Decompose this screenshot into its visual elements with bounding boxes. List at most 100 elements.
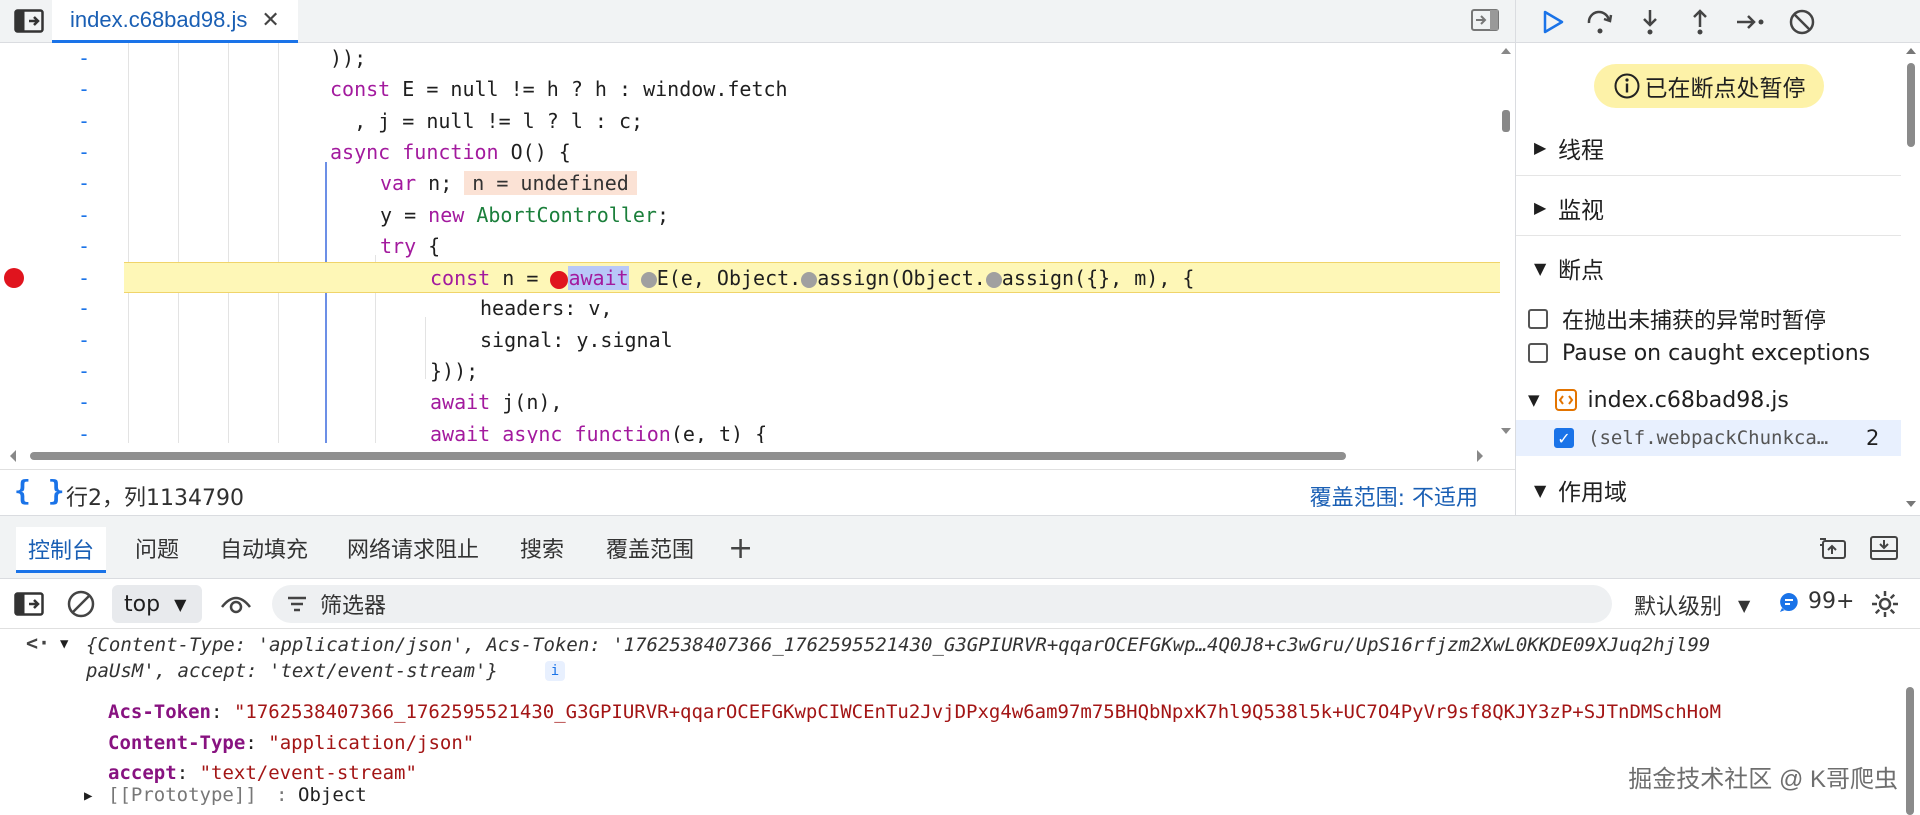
- line-gutter-marker[interactable]: -: [78, 106, 90, 137]
- clear-console-button[interactable]: [64, 587, 98, 621]
- line-gutter-marker[interactable]: -: [78, 293, 90, 324]
- line-gutter-marker[interactable]: -: [78, 325, 90, 356]
- dock-bottom-icon: [1870, 536, 1898, 560]
- editor-horizontal-scrollbar[interactable]: [0, 443, 1500, 469]
- console-scrollbar[interactable]: [1900, 629, 1920, 815]
- watch-section-header[interactable]: ▶ 监视: [1516, 180, 1901, 236]
- prototype-key[interactable]: [[Prototype]]: [108, 782, 257, 809]
- collapse-triangle-icon[interactable]: ▼: [60, 631, 68, 658]
- deactivate-breakpoints-icon: [1789, 9, 1815, 35]
- pause-uncaught-option[interactable]: 在抛出未捕获的异常时暂停: [1528, 302, 1826, 336]
- gutter-breakpoint-icon[interactable]: [4, 268, 24, 289]
- tab-console[interactable]: 控制台: [16, 527, 107, 573]
- line-gutter-marker[interactable]: -: [78, 356, 90, 387]
- editor-status-bar: { } 行2，列1134790 覆盖范围: 不适用: [0, 469, 1515, 515]
- close-icon[interactable]: ✕: [261, 8, 279, 33]
- code-line[interactable]: - const E = null != h ? h : window.fetch: [0, 74, 1500, 105]
- console-filter-input[interactable]: 筛选器: [272, 585, 1612, 623]
- step-into-button[interactable]: [1632, 4, 1668, 40]
- sidebar-scrollbar[interactable]: [1901, 43, 1920, 515]
- code-line[interactable]: - y = new AbortController;: [0, 200, 1500, 231]
- code-line[interactable]: - var n; n = undefined: [0, 168, 1500, 199]
- pause-uncaught-checkbox[interactable]: [1528, 309, 1548, 329]
- object-property-key[interactable]: Content-Type: [108, 730, 245, 757]
- code-line[interactable]: - await async function(e, t) {: [0, 419, 1500, 443]
- step-over-button[interactable]: [1582, 4, 1618, 40]
- inline-breakpoint-icon[interactable]: [985, 271, 1002, 288]
- breakpoints-section-header[interactable]: ▼ 断点: [1516, 240, 1901, 296]
- cursor-position: 行2，列1134790: [66, 486, 244, 511]
- console-output[interactable]: <· ▼ {Content-Type: 'application/json', …: [0, 629, 1920, 815]
- step-over-icon: [1587, 10, 1613, 34]
- console-sidebar-toggle[interactable]: [12, 587, 46, 621]
- debugger-toolbar: [1516, 0, 1920, 43]
- paused-status-banner: 已在断点处暂停: [1594, 64, 1824, 108]
- pretty-print-button[interactable]: { }: [14, 474, 65, 507]
- line-gutter-marker[interactable]: -: [78, 419, 90, 443]
- code-view[interactable]: -)); - const E = null != h ? h : window.fe…: [0, 43, 1500, 443]
- breakpoint-entry[interactable]: ✓ (self.webpackChunkca… 2: [1516, 420, 1901, 456]
- tab-coverage[interactable]: 覆盖范围: [594, 530, 706, 566]
- debugger-toggle-button[interactable]: [1468, 4, 1502, 36]
- add-tab-button[interactable]: +: [716, 530, 765, 566]
- line-gutter-marker[interactable]: -: [78, 263, 90, 294]
- code-text: const n = await E(e, Object. assign(Objec…: [430, 266, 1195, 291]
- tab-network-request-blocking[interactable]: 网络请求阻止: [335, 530, 491, 566]
- line-gutter-marker[interactable]: -: [78, 168, 90, 199]
- object-summary-line-2[interactable]: paUsM', accept: 'text/event-stream'}: [86, 658, 498, 685]
- context-selector-value: top: [124, 591, 161, 617]
- editor-tab-bar: index.c68bad98.js ✕: [0, 0, 1515, 43]
- code-line[interactable]: - headers: v,: [0, 293, 1500, 324]
- source-editor-pane: index.c68bad98.js ✕ -)); - const E = null …: [0, 0, 1515, 515]
- line-gutter-marker[interactable]: -: [78, 74, 90, 105]
- step-button[interactable]: [1732, 4, 1768, 40]
- scope-section-header[interactable]: ▼ 作用域: [1516, 462, 1901, 518]
- inline-breakpoint-icon[interactable]: [640, 271, 657, 288]
- coverage-link[interactable]: 覆盖范围: 不适用: [1310, 480, 1478, 512]
- code-line[interactable]: - await j(n),: [0, 387, 1500, 418]
- console-settings-button[interactable]: [1868, 587, 1902, 621]
- object-summary-line-1[interactable]: {Content-Type: 'application/json', Acs-T…: [86, 632, 1710, 659]
- code-line[interactable]: - , j = null != l ? l : c;: [0, 106, 1500, 137]
- line-gutter-marker[interactable]: -: [78, 43, 90, 74]
- info-badge[interactable]: i: [545, 661, 565, 681]
- editor-vertical-scrollbar[interactable]: [1497, 43, 1515, 443]
- expand-triangle-icon: ▶: [1534, 138, 1547, 157]
- pause-caught-checkbox[interactable]: [1528, 343, 1548, 363]
- log-levels-dropdown[interactable]: 默认级别 ▼: [1634, 589, 1750, 621]
- code-line[interactable]: -));: [0, 43, 1500, 74]
- breakpoint-marker-icon[interactable]: [550, 270, 569, 289]
- tab-autofill[interactable]: 自动填充: [208, 530, 320, 566]
- step-out-button[interactable]: [1682, 4, 1718, 40]
- eye-icon: [221, 596, 251, 614]
- code-line[interactable]: - signal: y.signal: [0, 325, 1500, 356]
- code-line[interactable]: -}));: [0, 356, 1500, 387]
- message-count-badge[interactable]: 99+: [1778, 589, 1854, 614]
- line-gutter-marker[interactable]: -: [78, 137, 90, 168]
- resume-button[interactable]: [1534, 4, 1570, 40]
- inline-breakpoint-icon[interactable]: [801, 271, 818, 288]
- context-selector[interactable]: top ▼: [112, 585, 202, 623]
- expand-triangle-icon[interactable]: ▶: [84, 783, 92, 810]
- code-text: async function O() {: [330, 139, 571, 164]
- close-drawer-button[interactable]: [1866, 530, 1902, 566]
- live-expression-button[interactable]: [218, 587, 254, 621]
- code-text: }));: [430, 359, 479, 383]
- tab-issues[interactable]: 问题: [123, 530, 191, 566]
- file-tab[interactable]: index.c68bad98.js ✕: [52, 0, 298, 43]
- navigator-toggle-button[interactable]: [10, 5, 48, 37]
- object-property-key[interactable]: Acs-Token: [108, 699, 211, 726]
- breakpoint-file-group[interactable]: ▼ index.c68bad98.js: [1528, 383, 1789, 417]
- paused-code-line[interactable]: - const n = await E(e, Object. assign(Obje…: [78, 262, 1500, 294]
- line-gutter-marker[interactable]: -: [78, 200, 90, 231]
- code-line[interactable]: - async function O() {: [0, 137, 1500, 168]
- line-gutter-marker[interactable]: -: [78, 387, 90, 418]
- code-line[interactable]: - try {: [0, 231, 1500, 262]
- pause-caught-option[interactable]: Pause on caught exceptions: [1528, 336, 1870, 370]
- deactivate-breakpoints-button[interactable]: [1784, 4, 1820, 40]
- threads-section-header[interactable]: ▶ 线程: [1516, 120, 1901, 176]
- line-gutter-marker[interactable]: -: [78, 231, 90, 262]
- undock-drawer-button[interactable]: [1815, 530, 1851, 566]
- breakpoint-checkbox[interactable]: ✓: [1554, 428, 1574, 448]
- tab-search[interactable]: 搜索: [508, 530, 576, 566]
